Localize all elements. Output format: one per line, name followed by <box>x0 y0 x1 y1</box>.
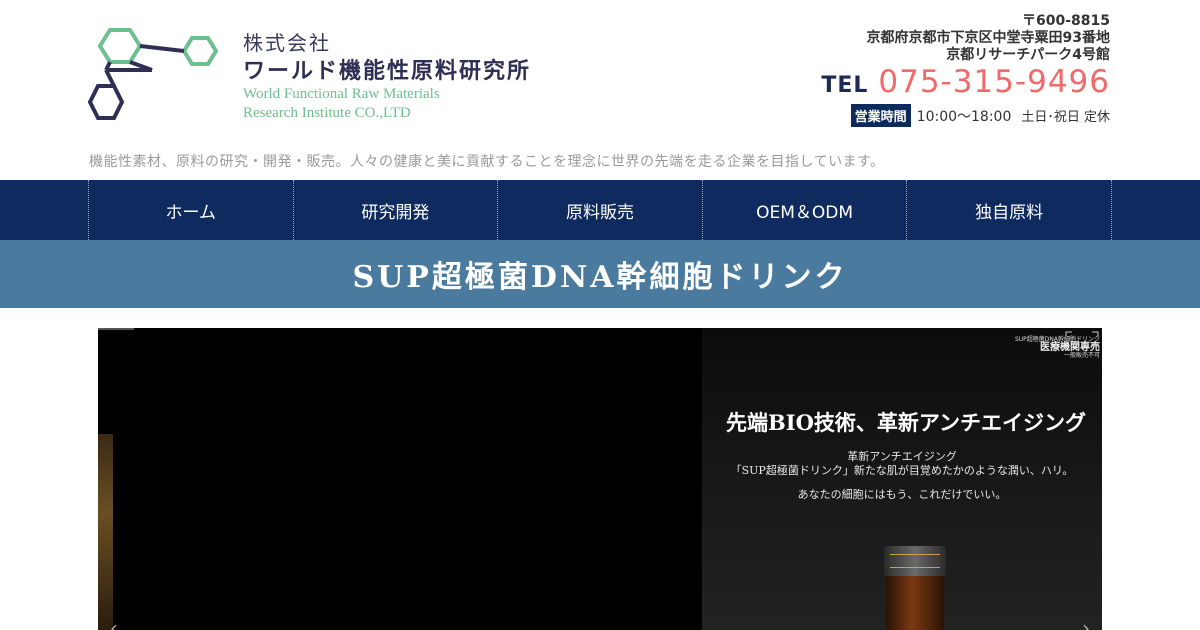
hero-video-slider[interactable]: SUP超極菌DNA幹細胞ドリンク 医療機関専売 一般販売不可 先端BIO技術、革… <box>98 328 1102 630</box>
company-name-jp-line2[interactable]: ワールド機能性原料研究所 <box>243 53 531 85</box>
hero-left-image-strip <box>98 434 113 630</box>
company-name-en-line1[interactable]: World Functional Raw Materials <box>243 86 440 103</box>
hero-corner-line <box>98 328 134 330</box>
site-header: 株式会社 ワールド機能性原料研究所 World Functional Raw M… <box>0 0 1200 180</box>
nav-item-research[interactable]: 研究開発 <box>292 180 498 240</box>
hero-product-panel: SUP超極菌DNA幹細胞ドリンク 医療機関専売 一般販売不可 先端BIO技術、革… <box>702 328 1102 630</box>
tel-label: TEL <box>821 73 869 98</box>
hero-subline-3: あなたの細胞にはもう、これだけでいい。 <box>797 488 1007 501</box>
hero-subline-2: 「SUP超極菌ドリンク」新たな肌が目覚めたかのような潤い、ハリ。 <box>730 464 1074 477</box>
hero-corner-text-big: 医療機関専売 <box>1040 342 1100 353</box>
hero-corner-caption: SUP超極菌DNA幹細胞ドリンク 医療機関専売 一般販売不可 <box>1015 336 1100 360</box>
nav-item-materials-sales[interactable]: 原料販売 <box>497 180 702 240</box>
nav-item-oem-odm[interactable]: OEM＆ODM <box>701 180 907 240</box>
hours-badge: 営業時間 <box>850 104 911 127</box>
global-nav: ホーム 研究開発 原料販売 OEM＆ODM 独自原料 <box>0 180 1200 240</box>
hours-closed-days: 土日･祝日 定休 <box>1021 110 1110 125</box>
site-tagline: 機能性素材、原料の研究・開発・販売。人々の健康と美に貢献することを理念に世界の先… <box>89 154 885 170</box>
company-name-en-line2[interactable]: Research Institute CO.,LTD <box>243 105 411 122</box>
page-title: SUP超極菌DNA幹細胞ドリンク <box>352 260 848 295</box>
phone-contact[interactable]: TEL 075-315-9496 <box>821 64 1110 100</box>
slider-next-arrow-icon[interactable]: › <box>1082 616 1090 630</box>
hexagon-molecule-logo-icon[interactable] <box>88 26 220 122</box>
company-name-jp-line1[interactable]: 株式会社 <box>243 27 331 56</box>
business-hours: 営業時間 10:00〜18:00 土日･祝日 定休 <box>850 104 1110 127</box>
slider-prev-arrow-icon[interactable]: ‹ <box>110 616 118 630</box>
address-line2: 京都リサーチパーク4号館 <box>946 47 1110 63</box>
hero-headline: 先端BIO技術、革新アンチエイジング <box>726 410 1087 435</box>
product-bottle-image <box>880 546 950 630</box>
postal-code: 〒600-8815 <box>1022 13 1110 29</box>
nav-item-original-materials[interactable]: 独自原料 <box>906 180 1112 240</box>
hero-corner-text-sub: 一般販売不可 <box>1063 352 1100 359</box>
address-line1: 京都府京都市下京区中堂寺粟田93番地 <box>866 30 1110 46</box>
page-title-band: SUP超極菌DNA幹細胞ドリンク <box>0 240 1200 308</box>
nav-item-home[interactable]: ホーム <box>88 180 293 240</box>
tel-number[interactable]: 075-315-9496 <box>878 64 1110 100</box>
hours-time: 10:00〜18:00 <box>916 108 1012 125</box>
